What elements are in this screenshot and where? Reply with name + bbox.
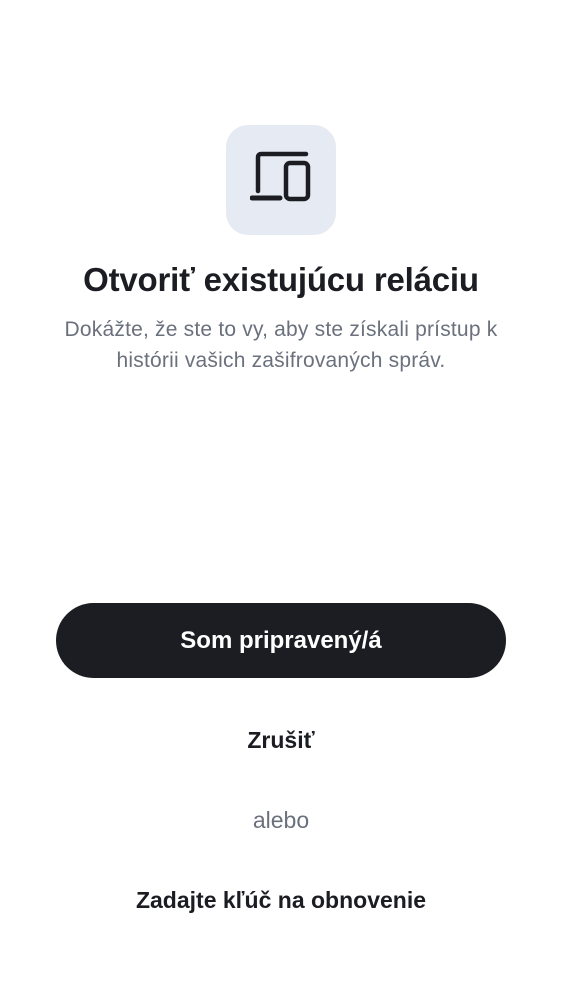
cancel-button[interactable]: Zrušiť [56,723,506,757]
enter-recovery-key-button[interactable]: Zadajte kľúč na obnovenie [56,883,506,917]
devices-icon-tile [226,125,336,235]
page-subtitle: Dokážte, že ste to vy, aby ste získali p… [64,318,498,372]
or-separator: alebo [252,807,310,833]
ready-button[interactable]: Som pripravený/á [56,603,506,678]
page-title: Otvoriť existujúcu reláciu [83,261,479,298]
devices-icon [249,151,312,210]
